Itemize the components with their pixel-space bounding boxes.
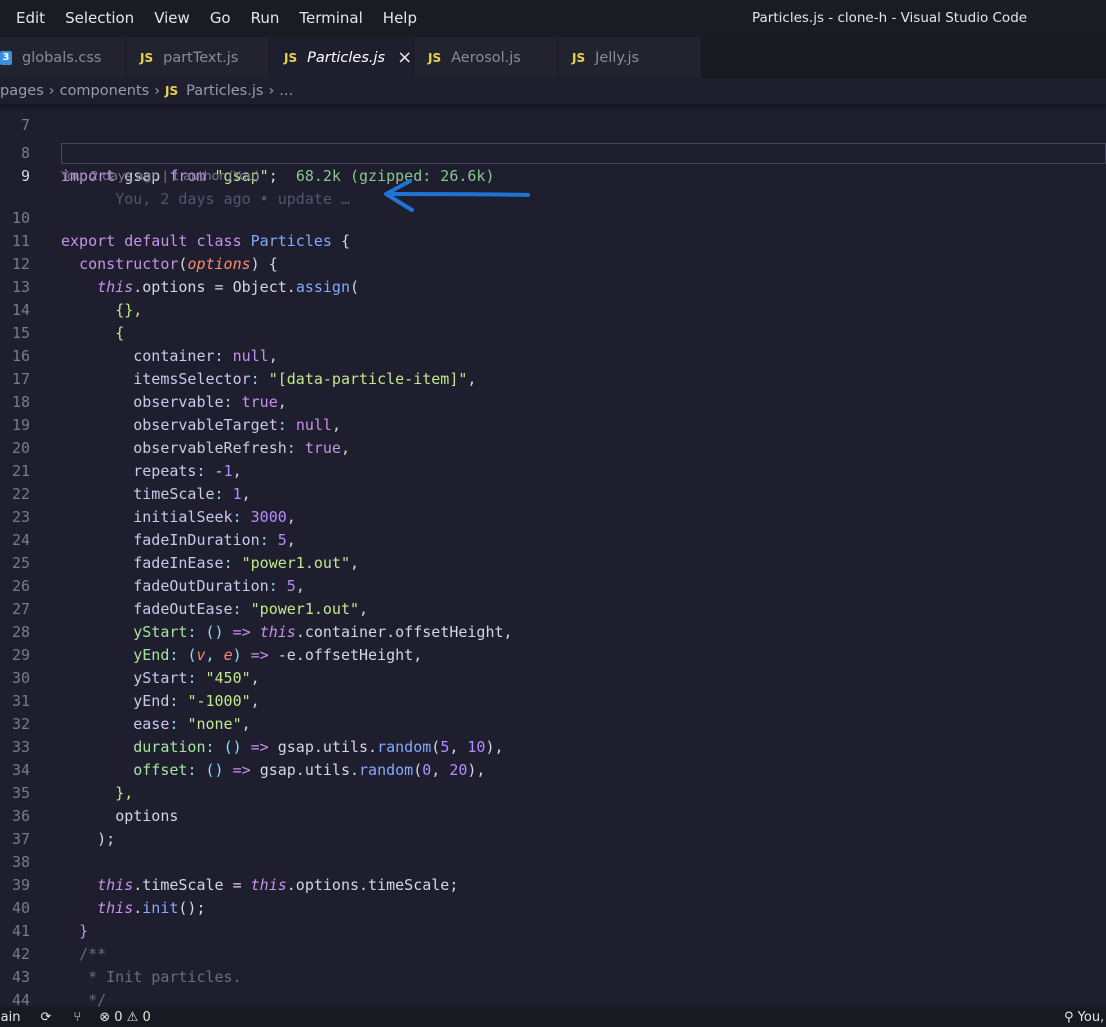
code-line: 23 fadeInDuration: 5, (11, 508, 296, 549)
code-line: 30 yEnd: "-1000", (11, 669, 260, 710)
breadcrumb-components[interactable]: components (60, 83, 150, 99)
menu-bar: Edit Selection View Go Run Terminal Help (6, 0, 427, 37)
breadcrumb-more[interactable]: ... (279, 83, 293, 99)
js-file-icon: JS (165, 84, 179, 98)
blame-status[interactable]: ⚲ You, (1064, 1010, 1104, 1025)
code-line: 37 (11, 830, 30, 848)
code-line: 39 this.init(); (11, 876, 206, 917)
code-line: 35 options (11, 784, 179, 825)
menu-view[interactable]: View (144, 0, 200, 37)
code-line: 45 this.container = (0, 989, 1106, 1007)
code-line: 13 {}, (11, 278, 143, 319)
error-count: 0 (114, 1009, 123, 1025)
code-line: 32 duration: () => gsap.utils.random(5, … (11, 715, 504, 756)
tab-jelly-js[interactable]: JS Jelly.js (558, 37, 702, 78)
status-bar: main ⟳ ⑂ ⊗ 0 ⚠ 0 ⚲ You, (0, 1007, 1106, 1027)
code-line: 21 timeScale: 1, (11, 462, 251, 503)
code-line: 26 fadeOutEase: "power1.out", (11, 577, 369, 618)
code-line: 24 fadeInEase: "power1.out", (11, 531, 360, 572)
codelens-blame[interactable]: You, 2 days ago | 1 author (You) (61, 166, 260, 186)
title-bar: Edit Selection View Go Run Terminal Help… (0, 0, 1106, 37)
tab-aerosol-js[interactable]: JS Aerosol.js (414, 37, 558, 78)
code-line: 28 yEnd: (v, e) => -e.offsetHeight, (11, 623, 423, 664)
code-line: 33 offset: () => gsap.utils.random(0, 20… (11, 738, 486, 779)
source-control-icon[interactable]: ⑂ (73, 1010, 81, 1025)
code-line: 16 itemsSelector: "[data-particle-item]"… (11, 347, 477, 388)
problems-status[interactable]: ⊗ 0 ⚠ 0 (99, 1010, 151, 1025)
js-file-icon: JS (284, 50, 298, 65)
code-line: 25 fadeOutDuration: 5, (11, 554, 305, 595)
sync-icon[interactable]: ⟳ (40, 1010, 51, 1025)
menu-run[interactable]: Run (241, 0, 290, 37)
code-line: 18 observableTarget: null, (11, 393, 341, 434)
code-line: 12 this.options = Object.assign( (11, 255, 360, 296)
chevron-right-icon: › (268, 83, 275, 99)
code-line: 34 }, (11, 761, 134, 802)
warning-count: 0 (142, 1009, 151, 1025)
code-line: 29 yStart: "450", (11, 646, 260, 687)
code-line: 20 repeats: -1, (11, 439, 242, 480)
code-line: 9 You, 2 days ago • update … (0, 142, 1106, 208)
code-line: 40 } (11, 899, 89, 940)
code-line: 31 ease: "none", (11, 692, 251, 733)
code-line: 22 initialSeek: 3000, (11, 485, 296, 526)
tab-globals-css[interactable]: 3 globals.css (0, 37, 126, 78)
warning-icon: ⚠ (126, 1009, 139, 1025)
code-line: 19 observableRefresh: true, (11, 416, 350, 457)
menu-terminal[interactable]: Terminal (289, 0, 372, 37)
window-title: Particles.js - clone-h - Visual Studio C… (752, 10, 1028, 26)
error-icon: ⊗ (99, 1009, 111, 1025)
code-line: 7 (0, 104, 1106, 134)
git-commit-icon: ⚲ (1064, 1009, 1074, 1025)
tab-parttext-js[interactable]: JS partText.js (126, 37, 270, 78)
code-line: 41 /** (11, 922, 107, 963)
code-line: 10 export default class Particles { (0, 184, 1106, 250)
breadcrumb-file[interactable]: Particles.js (186, 83, 263, 99)
code-line: 36 ); (11, 807, 116, 848)
code-editor[interactable]: 7 8 import gsap from "gsap"; 68.2k (gzip… (0, 104, 1106, 1007)
code-line: 17 observable: true, (11, 370, 287, 411)
menu-go[interactable]: Go (200, 0, 241, 37)
js-file-icon: JS (428, 50, 442, 65)
code-line: 11 constructor(options) { (11, 232, 278, 273)
code-line: 38 this.timeScale = this.options.timeSca… (11, 853, 459, 894)
code-line: 44 init() { (11, 991, 30, 1007)
branch-status[interactable]: main (0, 1010, 20, 1025)
close-icon[interactable]: × (397, 48, 412, 67)
code-line: 15 container: null, (11, 324, 278, 365)
branch-name: main (0, 1009, 21, 1025)
code-line: 27 yStart: () => this.container.offsetHe… (11, 600, 513, 641)
tab-label: Aerosol.js (451, 49, 521, 66)
menu-edit[interactable]: Edit (6, 0, 55, 37)
chevron-right-icon: › (154, 83, 160, 99)
menu-help[interactable]: Help (373, 0, 427, 37)
code-line: 42 * Init particles. (11, 945, 242, 986)
menu-selection[interactable]: Selection (55, 0, 144, 37)
code-line: 8 import gsap from "gsap"; 68.2k (gzippe… (0, 119, 1106, 185)
tab-label: partText.js (163, 49, 239, 66)
code-line: 43 */ (11, 968, 107, 1007)
tab-particles-js[interactable]: JS Particles.js × (270, 37, 414, 78)
chevron-right-icon: › (48, 83, 55, 99)
import-size-hint: 68.2k (gzipped: 26.6k) (295, 167, 495, 185)
tab-label: globals.css (22, 49, 102, 66)
tab-label: Particles.js (307, 49, 386, 66)
breadcrumb: pages › components › JS Particles.js › .… (0, 78, 1106, 104)
js-file-icon: JS (572, 50, 586, 65)
blame-author: You, (1077, 1009, 1105, 1025)
code-line: 14 { (11, 301, 125, 342)
breadcrumb-pages[interactable]: pages (0, 83, 44, 99)
tab-bar: 3 globals.css JS partText.js JS Particle… (0, 37, 1106, 78)
css-file-icon: 3 (0, 50, 12, 65)
js-file-icon: JS (140, 50, 154, 65)
tab-label: Jelly.js (595, 49, 640, 66)
